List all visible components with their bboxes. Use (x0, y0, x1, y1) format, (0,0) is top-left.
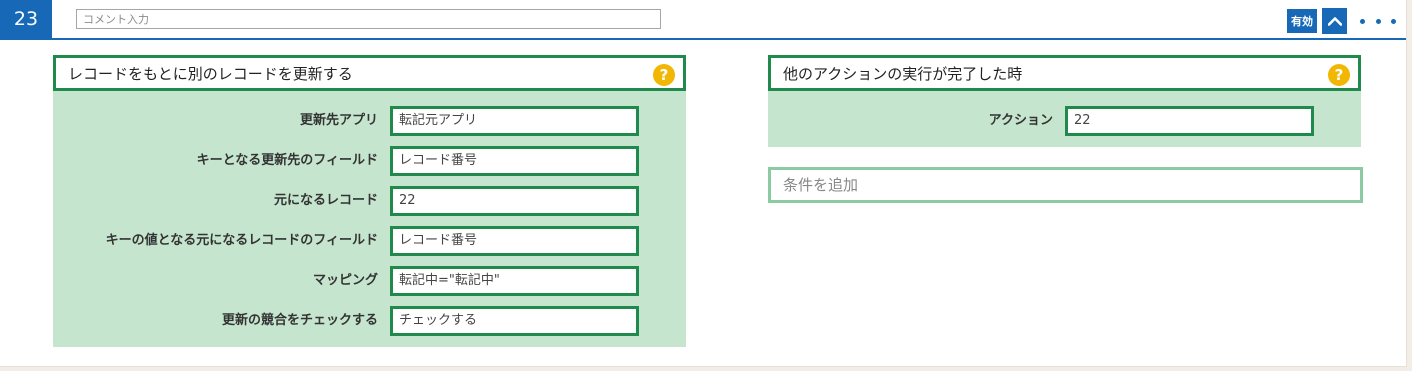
key-field-field[interactable]: レコード番号 (390, 146, 639, 176)
action-card: 23 有効 レコードをもとに別のレコードを更新する ? 更新先アプリ 転記元アプ… (0, 0, 1407, 367)
enabled-toggle[interactable]: 有効 (1287, 9, 1317, 33)
field-label: アクション (988, 113, 1053, 128)
help-icon[interactable]: ? (653, 64, 675, 86)
more-dots-icon (1360, 18, 1365, 24)
left-panel-title-text: レコードをもとに別のレコードを更新する (68, 64, 353, 83)
collapse-button[interactable] (1322, 8, 1347, 34)
more-dot (1375, 18, 1381, 24)
header-divider (0, 38, 1406, 40)
add-condition-button[interactable]: 条件を追加 (768, 167, 1363, 203)
comment-input[interactable] (76, 9, 661, 29)
field-row-action: アクション 22 (768, 106, 1361, 136)
action-field[interactable]: 22 (1065, 106, 1314, 136)
source-record-field[interactable]: 22 (390, 186, 639, 216)
field-row-source-record: 元になるレコード 22 (53, 186, 686, 216)
field-label: 元になるレコード (273, 193, 378, 208)
key-value-field-field[interactable]: レコード番号 (390, 226, 639, 256)
right-panel-body: アクション 22 (768, 91, 1361, 147)
field-label: マッピング (312, 273, 378, 288)
field-label: 更新先アプリ (299, 113, 378, 128)
left-panel-body: 更新先アプリ 転記元アプリ キーとなる更新先のフィールド レコード番号 元になる… (53, 91, 686, 347)
field-row-key-value-field: キーの値となる元になるレコードのフィールド レコード番号 (53, 226, 686, 256)
field-label: 更新の競合をチェックする (221, 313, 378, 328)
more-dot (1391, 18, 1396, 24)
left-panel-title: レコードをもとに別のレコードを更新する ? (53, 55, 686, 91)
field-row-conflict-check: 更新の競合をチェックする チェックする (53, 306, 686, 336)
more-options-button[interactable] (1360, 10, 1396, 32)
target-app-field[interactable]: 転記元アプリ (390, 106, 639, 136)
chevron-up-icon (1327, 17, 1342, 26)
conflict-check-field[interactable]: チェックする (390, 306, 639, 336)
field-label: キーの値となる元になるレコードのフィールド (105, 233, 378, 248)
help-icon[interactable]: ? (1328, 64, 1350, 86)
field-label: キーとなる更新先のフィールド (196, 153, 378, 168)
right-panel-title-text: 他のアクションの実行が完了した時 (783, 64, 1023, 83)
field-row-target-app: 更新先アプリ 転記元アプリ (53, 106, 686, 136)
field-row-mapping: マッピング 転記中="転記中" (53, 266, 686, 296)
right-panel-title: 他のアクションの実行が完了した時 ? (768, 55, 1361, 91)
mapping-field[interactable]: 転記中="転記中" (390, 266, 639, 296)
step-number-badge: 23 (0, 0, 52, 38)
field-row-key-field: キーとなる更新先のフィールド レコード番号 (53, 146, 686, 176)
